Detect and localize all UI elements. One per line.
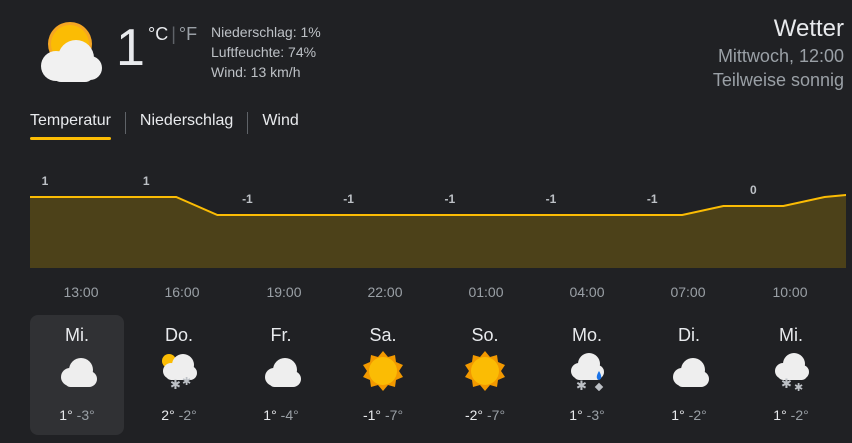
day-low: -3° [76, 407, 95, 423]
day-low: -3° [586, 407, 605, 423]
day-temperatures: -1° -7° [336, 407, 430, 423]
temperature-data-label: -1 [242, 192, 253, 206]
time-label: 16:00 [164, 284, 200, 300]
sunny-icon [465, 351, 505, 391]
day-high: 1° [671, 407, 685, 423]
cloudy-icon [61, 358, 97, 387]
unit-separator: | [171, 24, 176, 44]
weather-title: Wetter [773, 15, 844, 42]
day-temperatures: 2° -2° [132, 407, 226, 423]
current-conditions: 1 °C | °F Niederschlag: 1% Luftfeuchte: 74… [0, 0, 852, 100]
day-temperatures: 1° -3° [540, 407, 634, 423]
tab-divider [247, 112, 249, 134]
day-name: So. [471, 325, 499, 345]
daily-forecast: Mi. 1° -3° Do. ✱ ✱ 2° -2° Fr. 1° -4° Sa. -1… [30, 315, 846, 435]
day-name: Mi. [65, 325, 89, 345]
celsius-unit[interactable]: °C [148, 24, 168, 44]
day-forecast[interactable]: So. -2° -7° [438, 315, 532, 435]
day-low: -7° [487, 407, 506, 423]
day-forecast[interactable]: Fr. 1° -4° [234, 315, 328, 435]
humidity-text: Luftfeuchte: 74% [211, 44, 317, 60]
day-name: Fr. [270, 325, 292, 345]
svg-text:✱: ✱ [170, 378, 181, 391]
time-label: 04:00 [569, 284, 605, 300]
time-label: 19:00 [266, 284, 302, 300]
svg-text:✱: ✱ [794, 381, 803, 391]
day-forecast[interactable]: Mo. ✱ 1° -3° [540, 315, 634, 435]
day-high: -2° [464, 407, 483, 423]
chart-tabs: Temperatur Niederschlag Wind [30, 110, 299, 144]
temperature-data-label: 1 [143, 174, 150, 188]
day-temperatures: 1° -4° [234, 407, 328, 423]
day-low: -7° [385, 407, 404, 423]
temperature-data-label: -1 [343, 192, 354, 206]
temperature-data-label: -1 [647, 192, 658, 206]
day-high: 1° [263, 407, 277, 423]
day-temperatures: -2° -7° [438, 407, 532, 423]
fahrenheit-unit[interactable]: °F [179, 24, 197, 44]
temperature-data-label: 1 [42, 174, 49, 188]
time-label: 22:00 [367, 284, 403, 300]
day-name: Di. [678, 325, 700, 345]
partly-sunny-icon [41, 22, 102, 82]
tab-temperature[interactable]: Temperatur [30, 110, 111, 140]
weather-header: Wetter Mittwoch, 12:00 Teilweise sonnig [713, 14, 844, 92]
time-axis: 13:00 16:00 19:00 22:00 01:00 04:00 07:0… [0, 284, 852, 304]
day-high: 1° [569, 407, 583, 423]
day-high: 1° [773, 407, 787, 423]
temperature-data-label: 0 [750, 183, 757, 197]
tab-precipitation[interactable]: Niederschlag [140, 110, 233, 140]
sunny-icon [363, 351, 403, 391]
day-temperatures: 1° -2° [744, 407, 838, 423]
wind-text: Wind: 13 km/h [211, 64, 301, 80]
day-high: 2° [161, 407, 175, 423]
unit-switcher: °C | °F [148, 24, 197, 45]
weather-details: Niederschlag: 1% Luftfeuchte: 74% Wind: … [211, 22, 321, 82]
day-forecast[interactable]: Mi. 1° -3° [30, 315, 124, 435]
current-temperature: 1 [116, 19, 145, 77]
sleet-icon: ✱ [571, 353, 604, 391]
time-label: 07:00 [670, 284, 706, 300]
day-low: -2° [178, 407, 197, 423]
temperature-data-label: -1 [444, 192, 455, 206]
day-low: -4° [280, 407, 299, 423]
time-label: 13:00 [63, 284, 99, 300]
tab-divider [124, 112, 126, 134]
svg-text:✱: ✱ [182, 375, 191, 388]
day-low: -2° [790, 407, 809, 423]
day-forecast[interactable]: Do. ✱ ✱ 2° -2° [132, 315, 226, 435]
precipitation-text: Niederschlag: 1% [211, 24, 321, 40]
day-low: -2° [688, 407, 707, 423]
cloudy-icon [673, 358, 709, 387]
day-forecast[interactable]: Di. 1° -2° [642, 315, 736, 435]
temperature-chart: 11-1-1-1-1-101 [30, 174, 846, 268]
day-high: -1° [362, 407, 381, 423]
svg-text:✱: ✱ [781, 377, 792, 391]
day-temperatures: 1° -2° [642, 407, 736, 423]
snow-partly-sunny-icon: ✱ ✱ [162, 354, 197, 391]
day-high: 1° [59, 407, 73, 423]
day-name: Mi. [779, 325, 803, 345]
day-name: Do. [164, 325, 193, 345]
tab-wind[interactable]: Wind [262, 110, 298, 140]
day-temperatures: 1° -3° [30, 407, 124, 423]
cloudy-icon [265, 358, 301, 387]
svg-text:✱: ✱ [576, 379, 587, 391]
day-name: Mo. [571, 325, 602, 345]
snow-icon: ✱ ✱ [775, 353, 809, 391]
day-forecast[interactable]: Mi. ✱ ✱ 1° -2° [744, 315, 838, 435]
temperature-data-label: -1 [546, 192, 557, 206]
condition-text: Teilweise sonnig [712, 70, 844, 90]
day-forecast[interactable]: Sa. -1° -7° [336, 315, 430, 435]
datetime-text: Mittwoch, 12:00 [717, 46, 844, 66]
day-name: Sa. [369, 325, 397, 345]
time-label: 01:00 [468, 284, 504, 300]
time-label: 10:00 [772, 284, 808, 300]
